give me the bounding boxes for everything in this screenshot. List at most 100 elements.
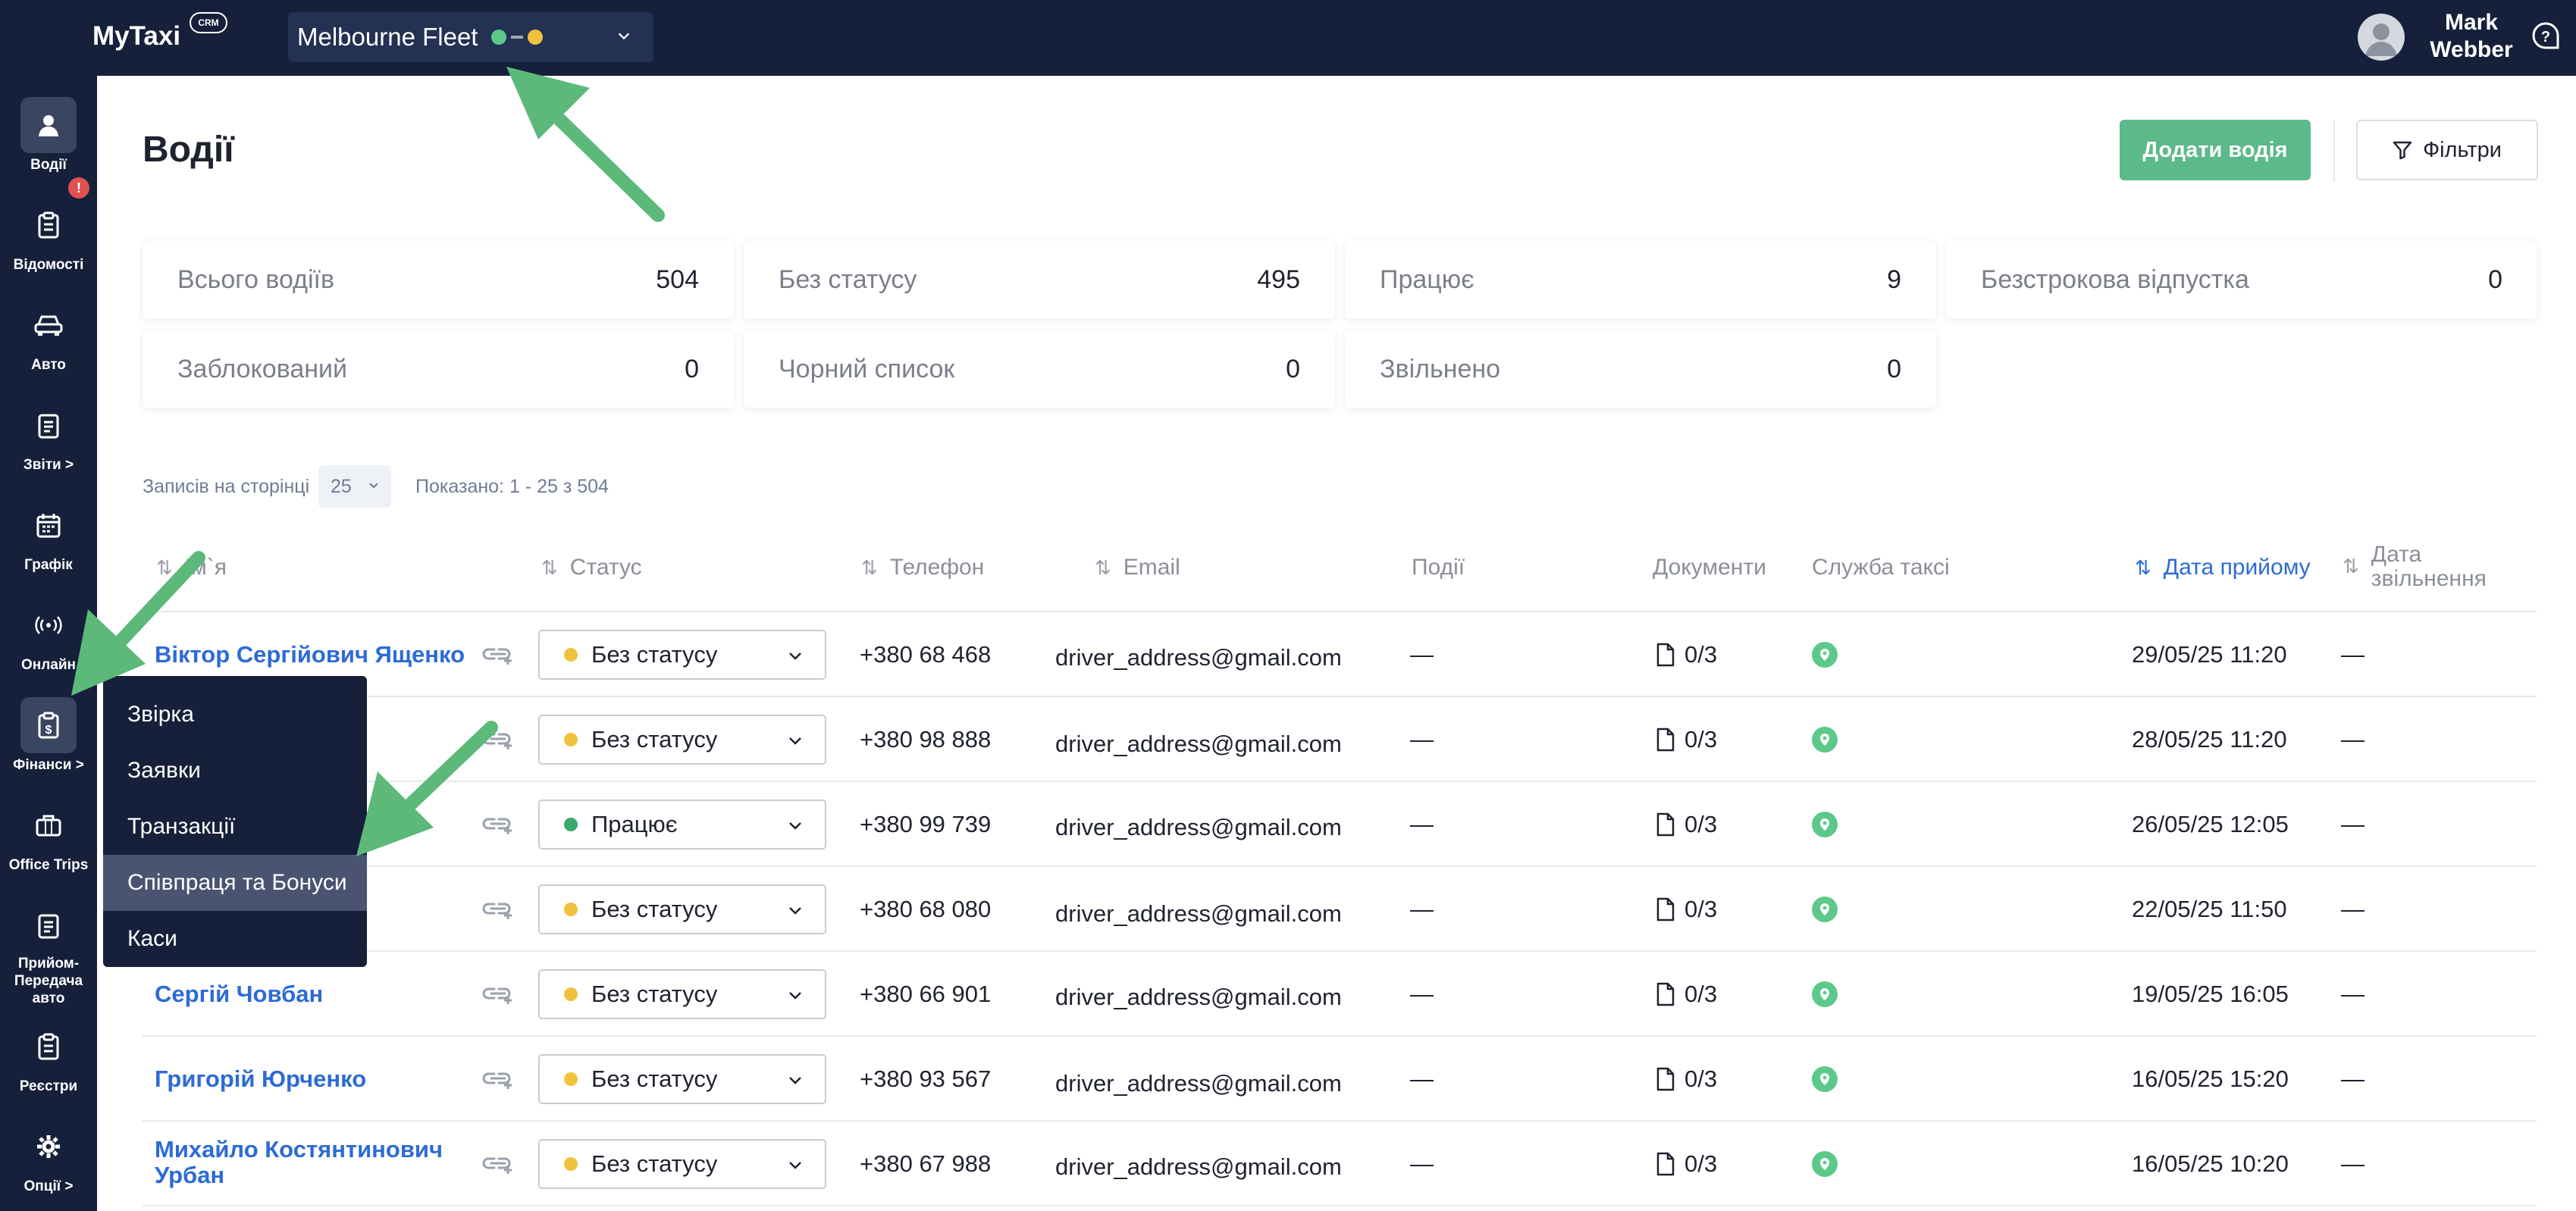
sidebar-item-label: Фінанси > [13, 757, 84, 773]
column-header-email[interactable]: ⇅ Email [1095, 555, 1180, 580]
shown-count: Показано: 1 - 25 з 504 [415, 476, 609, 497]
documents-count[interactable]: 0/3 [1684, 726, 1717, 753]
documents-count[interactable]: 0/3 [1684, 641, 1717, 668]
sidebar-item-car-transfer[interactable]: Прийом-Передача авто [0, 887, 97, 1006]
sidebar-item-registries[interactable]: Реєстри [0, 1008, 97, 1099]
status-value: Без статусу [591, 1065, 718, 1092]
briefcase-icon [36, 815, 61, 837]
sidebar-item-schedule[interactable]: Графік [0, 487, 97, 577]
status-select[interactable]: Без статусу [538, 884, 826, 934]
status-select[interactable]: Без статусу [538, 969, 826, 1019]
column-header-name[interactable]: ⇅ Ім`я [156, 555, 227, 580]
table-row-divider [143, 1035, 2537, 1037]
svg-text:?: ? [2541, 29, 2550, 45]
fleet-service-icon-yellow [528, 30, 544, 45]
arrow-to-fleet-selector [506, 67, 665, 222]
sidebar-item-statements[interactable]: Відомості [0, 186, 97, 277]
add-driver-button[interactable]: Додати водія [2120, 120, 2311, 180]
link-account-icon[interactable] [482, 1153, 516, 1175]
sidebar-item-drivers[interactable]: Водії [0, 86, 97, 177]
driver-name-link[interactable]: Сергій Човбан [155, 981, 323, 1008]
stat-label: Всього водіїв [177, 264, 335, 294]
header-label: Дата звільнення [2371, 542, 2487, 591]
sidebar-item-finance[interactable]: $ Фінанси > [0, 687, 97, 778]
chevron-down-icon [789, 992, 801, 1000]
driver-name-link[interactable]: Михайло Костянтинович Урбан [155, 1137, 443, 1188]
status-value: Без статусу [591, 641, 718, 668]
phone-value: +380 66 901 [860, 981, 992, 1007]
hire-date-value: 26/05/25 12:05 [2132, 811, 2289, 837]
stat-card-no-status[interactable]: Без статусу 495 [744, 241, 1335, 318]
stat-card-total[interactable]: Всього водіїв 504 [143, 241, 734, 318]
status-select[interactable]: Без статусу [538, 1054, 826, 1104]
column-header-status[interactable]: ⇅ Статус [541, 555, 642, 580]
chevron-down-icon [618, 33, 630, 40]
stat-card-working[interactable]: Працює 9 [1345, 241, 1936, 318]
document-icon [1656, 1067, 1675, 1091]
page-title: Водії [143, 130, 234, 170]
user-name[interactable]: Mark Webber [2423, 9, 2520, 64]
document-icon [1656, 1152, 1675, 1176]
documents-count[interactable]: 0/3 [1684, 1065, 1717, 1093]
link-account-icon[interactable] [482, 1068, 516, 1091]
stat-card-blocked[interactable]: Заблокований 0 [143, 330, 734, 408]
taxi-service-icon [1812, 727, 1838, 753]
status-dot [564, 733, 578, 746]
driver-name-link[interactable]: Віктор Сергійович Ященко [155, 641, 465, 668]
link-account-icon[interactable] [482, 813, 516, 836]
stat-card-blacklist[interactable]: Чорний список 0 [744, 330, 1335, 408]
gear-icon [37, 1135, 60, 1158]
menu-item-cooperation-bonuses[interactable]: Співпраця та Бонуси [103, 855, 367, 911]
help-icon[interactable]: ? [2531, 21, 2561, 52]
link-account-icon[interactable] [482, 898, 516, 921]
menu-item-reconciliation[interactable]: Звірка [103, 687, 367, 743]
dismissal-date-value: — [2341, 811, 2364, 837]
events-value: — [1410, 981, 1434, 1007]
events-value: — [1410, 1150, 1434, 1177]
document-icon [1656, 812, 1675, 837]
sort-icon: ⇅ [2135, 555, 2151, 579]
column-header-phone[interactable]: ⇅ Телефон [861, 555, 984, 580]
sidebar-item-online[interactable]: Онлайн [0, 587, 97, 677]
sidebar-item-options[interactable]: Опції > [0, 1108, 97, 1199]
driver-name-link[interactable]: Григорій Юрченко [155, 1065, 366, 1093]
status-select[interactable]: Без статусу [538, 715, 826, 765]
menu-item-requests[interactable]: Заявки [103, 743, 367, 799]
sort-icon: ⇅ [1095, 555, 1111, 579]
sidebar-item-office-trips[interactable]: Office Trips [0, 787, 97, 878]
status-select[interactable]: Без статусу [538, 630, 826, 680]
stat-card-indefinite-leave[interactable]: Безстрокова відпустка 0 [1946, 241, 2537, 318]
documents-count[interactable]: 0/3 [1684, 981, 1717, 1008]
table-divider [143, 611, 2537, 612]
menu-item-cash-desks[interactable]: Каси [103, 911, 367, 967]
avatar[interactable] [2358, 14, 2405, 61]
sidebar-item-reports[interactable]: Звіти > [0, 386, 97, 477]
email-value: driver_address@gmail.com [1055, 1153, 1342, 1180]
fleet-selector[interactable]: Melbourne Fleet [288, 12, 653, 62]
sidebar-item-label: Реєстри [19, 1078, 78, 1094]
status-select[interactable]: Без статусу [538, 1139, 826, 1189]
link-account-icon[interactable] [482, 643, 516, 666]
sidebar-item-label: Онлайн [20, 657, 77, 673]
app-logo[interactable]: MyTaxi [92, 21, 180, 52]
documents-count[interactable]: 0/3 [1684, 811, 1717, 838]
sidebar: Водії Відомості ! Авто Звіти > Графік Он… [0, 76, 97, 1211]
fleet-separator-icon [511, 36, 524, 39]
documents-count[interactable]: 0/3 [1684, 1150, 1717, 1178]
table-row-divider [143, 781, 2537, 782]
per-page-select[interactable]: 25 [318, 465, 391, 508]
filters-button[interactable]: Фільтри [2356, 120, 2538, 180]
chevron-down-icon [789, 652, 801, 660]
column-header-dismissal-date[interactable]: ⇅ Дата звільнення [2343, 543, 2493, 591]
sidebar-item-label: Відомості [13, 257, 84, 273]
stat-card-dismissed[interactable]: Звільнено 0 [1345, 330, 1936, 408]
status-select[interactable]: Працює [538, 800, 826, 850]
column-header-hire-date[interactable]: ⇅ Дата прийому [2135, 555, 2311, 580]
header-label: Телефон [889, 555, 985, 580]
menu-item-transactions[interactable]: Транзакції [103, 799, 367, 855]
link-account-icon[interactable] [482, 728, 516, 751]
header-label: Email [1123, 555, 1180, 580]
link-account-icon[interactable] [482, 983, 516, 1006]
documents-count[interactable]: 0/3 [1684, 896, 1717, 923]
sidebar-item-cars[interactable]: Авто [0, 286, 97, 377]
